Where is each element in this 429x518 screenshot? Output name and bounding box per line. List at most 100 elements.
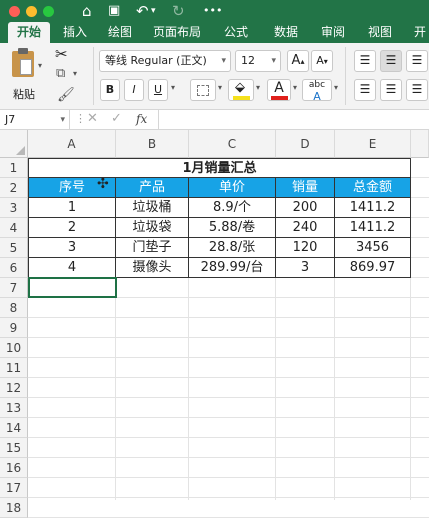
cut-icon[interactable]: ✂ — [55, 45, 68, 63]
tab-review[interactable]: 审阅 — [316, 22, 350, 43]
column-header-b[interactable]: B — [116, 130, 189, 158]
row-header-5[interactable]: 5 — [0, 238, 28, 258]
row-header-13[interactable]: 13 — [0, 398, 28, 418]
copy-dropdown-icon[interactable]: ▾ — [73, 69, 77, 78]
select-all-corner[interactable] — [0, 130, 28, 158]
chevron-down-icon[interactable]: ▾ — [60, 110, 65, 130]
tab-formulas[interactable]: 公式 — [219, 22, 253, 43]
row-header-11[interactable]: 11 — [0, 358, 28, 378]
table-cell[interactable]: 240 — [276, 218, 335, 238]
table-cell[interactable]: 1 — [28, 198, 116, 218]
undo-dropdown-icon[interactable]: ▾ — [151, 1, 156, 21]
column-header-c[interactable]: C — [189, 130, 276, 158]
underline-button[interactable]: U — [148, 79, 168, 101]
table-title[interactable]: 1月销量汇总 — [28, 158, 411, 178]
table-cell[interactable]: 869.97 — [335, 258, 411, 278]
underline-dropdown-icon[interactable]: ▾ — [171, 83, 175, 92]
phonetic-dropdown-icon[interactable]: ▾ — [334, 83, 338, 92]
increase-font-size-button[interactable]: A▴ — [287, 50, 309, 72]
table-header-cell[interactable]: 总金额 — [335, 178, 411, 198]
enter-icon[interactable]: ✓ — [111, 111, 122, 126]
font-color-dropdown-icon[interactable]: ▾ — [293, 83, 297, 92]
decrease-font-size-button[interactable]: A▾ — [311, 50, 333, 72]
align-middle-button[interactable]: ☰ — [380, 50, 402, 72]
table-cell[interactable]: 门垫子 — [116, 238, 189, 258]
row-header-15[interactable]: 15 — [0, 438, 28, 458]
font-color-button[interactable]: A — [267, 79, 291, 101]
table-cell[interactable]: 1411.2 — [335, 218, 411, 238]
table-cell[interactable]: 28.8/张 — [189, 238, 276, 258]
undo-icon[interactable]: ↶ — [136, 1, 149, 21]
fill-color-button[interactable]: ⬙ — [228, 79, 254, 101]
tab-data[interactable]: 数据 — [269, 22, 303, 43]
table-cell[interactable]: 8.9/个 — [189, 198, 276, 218]
selected-cell[interactable] — [28, 277, 117, 298]
table-cell[interactable]: 2 — [28, 218, 116, 238]
tab-draw[interactable]: 绘图 — [103, 22, 137, 43]
more-commands-icon[interactable]: ••• — [203, 1, 222, 21]
row-header-6[interactable]: 6 — [0, 258, 28, 278]
table-header-cell[interactable]: 产品 — [116, 178, 189, 198]
table-cell[interactable]: 200 — [276, 198, 335, 218]
cancel-icon[interactable]: ✕ — [87, 111, 98, 126]
column-header-d[interactable]: D — [276, 130, 335, 158]
tab-insert[interactable]: 插入 — [58, 22, 92, 43]
row-header-17[interactable]: 17 — [0, 478, 28, 498]
column-header-f[interactable] — [411, 130, 429, 158]
name-box[interactable]: J7 ▾ — [0, 110, 70, 130]
row-header-9[interactable]: 9 — [0, 318, 28, 338]
row-header-16[interactable]: 16 — [0, 458, 28, 478]
row-header-14[interactable]: 14 — [0, 418, 28, 438]
table-cell[interactable]: 120 — [276, 238, 335, 258]
table-cell[interactable]: 289.99/台 — [189, 258, 276, 278]
spreadsheet-grid[interactable]: ABCDE 1 2 3 4 5 6 7 8 9 10 11 12 13 14 15 16 17 18 1月销量汇总… — [0, 130, 429, 518]
align-top-button[interactable]: ☰ — [354, 50, 376, 72]
function-icon[interactable]: fx — [136, 112, 147, 126]
table-cell[interactable]: 3456 — [335, 238, 411, 258]
borders-dropdown-icon[interactable]: ▾ — [218, 83, 222, 92]
column-header-e[interactable]: E — [335, 130, 411, 158]
zoom-window-button[interactable] — [43, 6, 54, 17]
fill-color-dropdown-icon[interactable]: ▾ — [256, 83, 260, 92]
minimize-window-button[interactable] — [26, 6, 37, 17]
row-header-7[interactable]: 7 — [0, 278, 28, 298]
format-painter-icon[interactable]: 🖌 — [57, 87, 75, 103]
column-header-a[interactable]: A — [28, 130, 116, 158]
table-cell[interactable]: 3 — [276, 258, 335, 278]
bold-button[interactable]: B — [100, 79, 120, 101]
row-header-4[interactable]: 4 — [0, 218, 28, 238]
row-header-2[interactable]: 2 — [0, 178, 28, 198]
table-cell[interactable]: 垃圾袋 — [116, 218, 189, 238]
font-size-select[interactable]: 12 ▾ — [235, 50, 281, 72]
redo-icon[interactable]: ↻ — [172, 1, 185, 21]
table-cell[interactable]: 1411.2 — [335, 198, 411, 218]
tab-more[interactable]: 开 — [410, 22, 429, 43]
tab-home[interactable]: 开始 — [8, 22, 50, 43]
row-header-1[interactable]: 1 — [0, 158, 28, 178]
table-cell[interactable]: 摄像头 — [116, 258, 189, 278]
borders-button[interactable] — [190, 79, 216, 101]
copy-icon[interactable]: ⧉ — [56, 66, 65, 81]
phonetic-guide-button[interactable]: abc A — [302, 79, 332, 102]
paste-button[interactable]: ▾ 粘贴 — [6, 48, 42, 104]
row-header-10[interactable]: 10 — [0, 338, 28, 358]
align-bottom-button[interactable]: ☰ — [406, 50, 428, 72]
table-cell[interactable]: 3 — [28, 238, 116, 258]
home-icon[interactable]: ⌂ — [82, 1, 92, 21]
close-window-button[interactable] — [9, 6, 20, 17]
save-icon[interactable]: ▣ — [108, 1, 120, 21]
table-cell[interactable]: 垃圾桶 — [116, 198, 189, 218]
table-cell[interactable]: 4 — [28, 258, 116, 278]
row-header-8[interactable]: 8 — [0, 298, 28, 318]
row-header-3[interactable]: 3 — [0, 198, 28, 218]
formula-input[interactable] — [158, 110, 429, 130]
tab-view[interactable]: 视图 — [363, 22, 397, 43]
italic-button[interactable]: I — [124, 79, 144, 101]
align-left-button[interactable]: ☰ — [354, 79, 376, 101]
table-cell[interactable]: 5.88/卷 — [189, 218, 276, 238]
align-right-button[interactable]: ☰ — [406, 79, 428, 101]
table-header-cell[interactable]: 销量 — [276, 178, 335, 198]
row-header-18[interactable]: 18 — [0, 498, 28, 518]
font-name-select[interactable]: 等线 Regular (正文) ▾ — [99, 50, 231, 72]
align-center-button[interactable]: ☰ — [380, 79, 402, 101]
